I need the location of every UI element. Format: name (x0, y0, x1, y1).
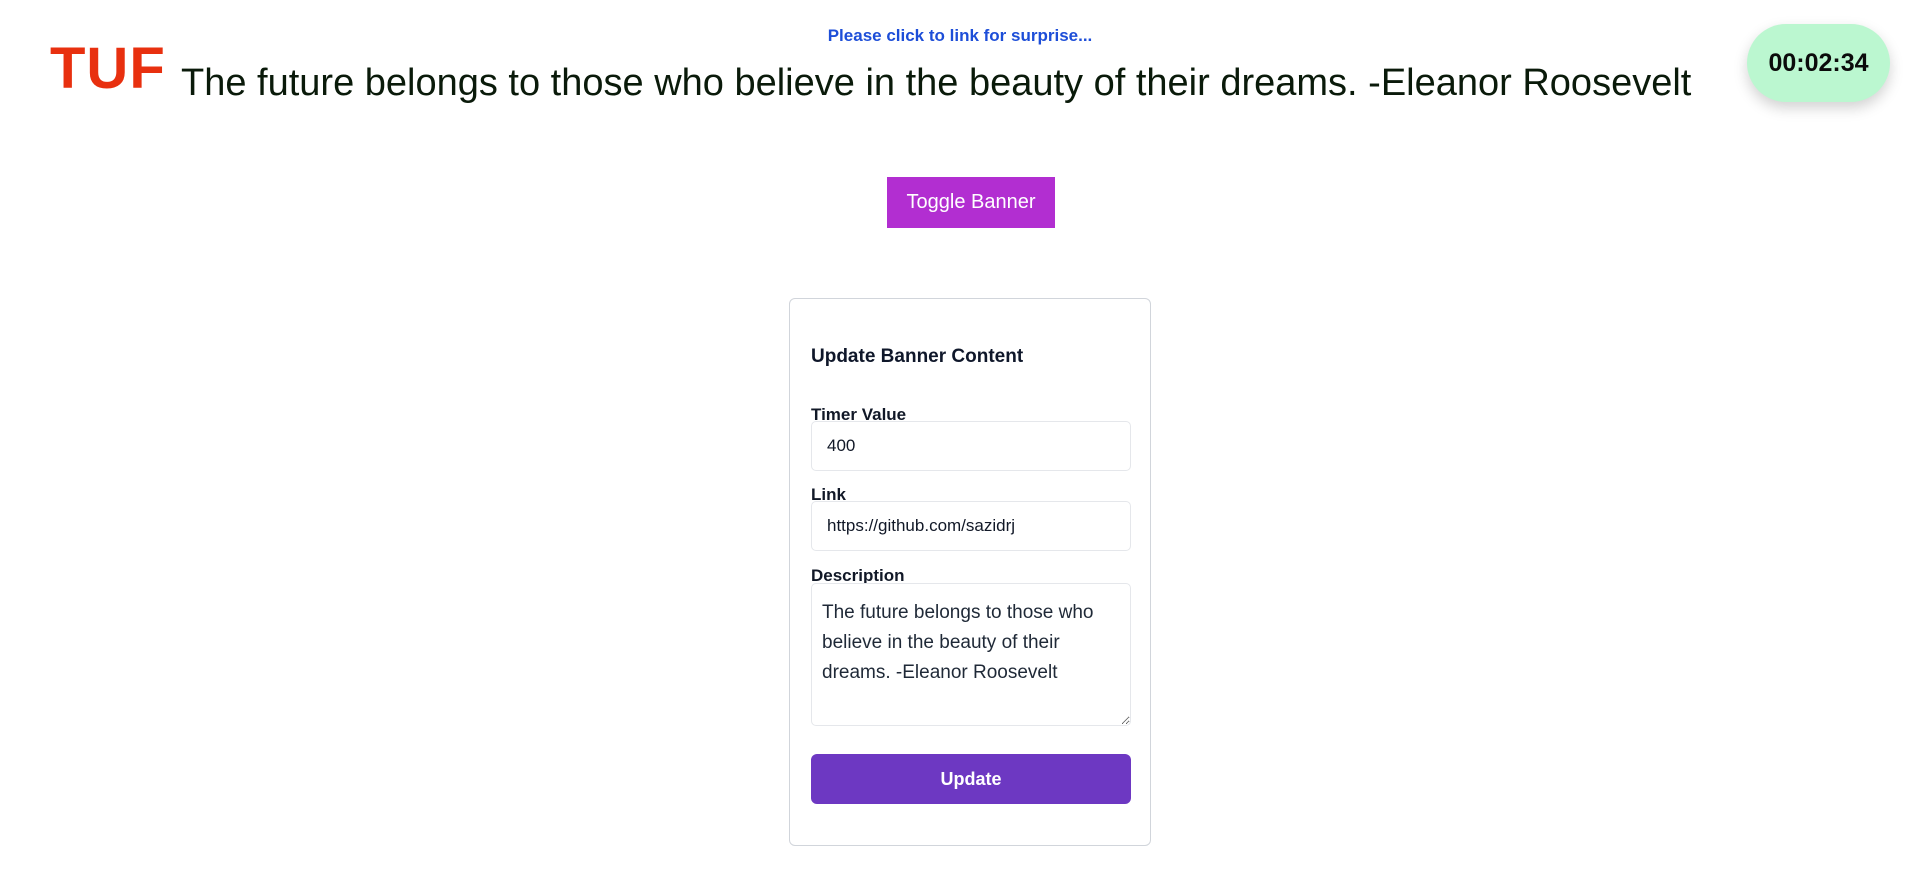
countdown-timer-text: 00:02:34 (1768, 48, 1869, 77)
timer-value-input[interactable] (811, 421, 1131, 471)
update-button[interactable]: Update (811, 754, 1131, 804)
description-textarea[interactable]: The future belongs to those who believe … (811, 583, 1131, 726)
form-title: Update Banner Content (811, 346, 1024, 367)
toggle-banner-button[interactable]: Toggle Banner (887, 177, 1055, 228)
countdown-timer: 00:02:34 (1747, 24, 1890, 102)
banner-quote: The future belongs to those who believe … (181, 62, 1692, 104)
surprise-link[interactable]: Please click to link for surprise... (0, 26, 1920, 46)
update-banner-form: Update Banner Content Timer Value Link D… (789, 298, 1151, 846)
banner: TUF Please click to link for surprise...… (0, 0, 1920, 118)
page: TUF Please click to link for surprise...… (0, 0, 1920, 886)
link-input[interactable] (811, 501, 1131, 551)
